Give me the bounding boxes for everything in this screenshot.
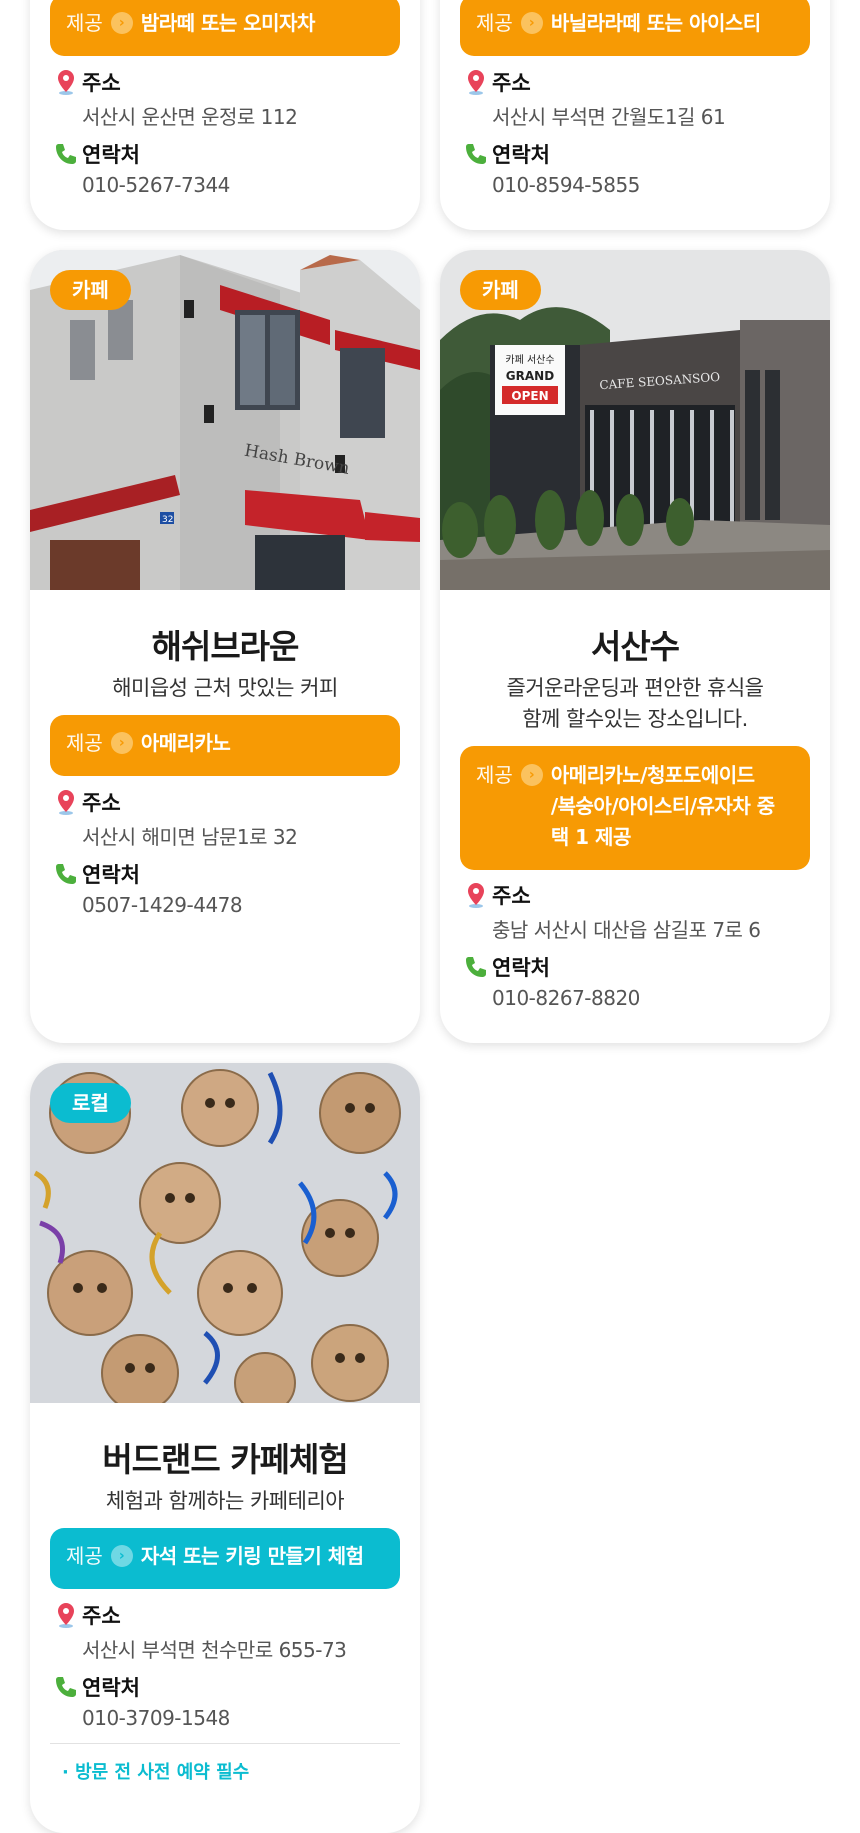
place-description: 해미읍성 근처 맛있는 커피 [112, 676, 338, 700]
place-description: 체험과 함께하는 카페테리아 [105, 1489, 345, 1513]
category-tag: 카페 [460, 270, 541, 310]
description-line-2: 함께 할수있는 장소입니다. [522, 707, 748, 731]
phone-icon [464, 140, 488, 168]
place-title: 버드랜드 카페체험 [102, 1440, 348, 1479]
offer-box: 제공 › 밤라떼 또는 오미자차 [50, 0, 400, 56]
offer-box: 제공 › 아메리카노 [50, 715, 400, 776]
chevron-right-icon: › [110, 1545, 133, 1567]
offer-line-1: 아메리카노/청포도에이드 [550, 763, 755, 787]
phone-icon [464, 953, 488, 981]
offer-label: 제공 [476, 763, 513, 787]
offer-line-2: /복숭아/아이스티/유자차 중 [550, 794, 775, 818]
address-value: 서산시 해미면 남문1로 32 [82, 825, 298, 849]
offer-value: 자석 또는 키링 만들기 체험 [140, 1544, 364, 1568]
contact-value[interactable]: 010-3709-1548 [82, 1706, 394, 1730]
place-title: 서산수 [590, 627, 680, 666]
offer-label: 제공 [66, 1544, 103, 1568]
offer-value: 아메리카노/청포도에이드 /복숭아/아이스티/유자차 중 택 1 제공 [551, 760, 775, 853]
address-label: 주소 [82, 791, 121, 815]
phone-icon [54, 140, 78, 168]
place-title: 해쉬브라운 [151, 627, 300, 666]
contact-label: 연락처 [492, 956, 550, 980]
photo-house-number: 32 [162, 515, 173, 525]
address-block: 주소 서산시 운산면 운정로 112 [54, 67, 394, 130]
contact-value[interactable]: 0507-1429-4478 [82, 893, 394, 917]
contact-label: 연락처 [82, 1676, 140, 1700]
category-tag: 로컬 [50, 1083, 131, 1123]
address-value: 서산시 운산면 운정로 112 [82, 105, 298, 129]
address-value: 서산시 부석면 간월도1길 61 [492, 105, 726, 129]
chevron-right-icon: › [520, 764, 543, 786]
address-block: 주소 서산시 해미면 남문1로 32 [54, 787, 394, 850]
description-line-1: 즐거운라운딩과 편안한 휴식을 [506, 676, 764, 700]
address-label: 주소 [82, 1604, 121, 1628]
card-birdland[interactable]: 로컬 버드랜드 카페체험 체험과 함께하는 카페테리아 제공 › 자석 또는 키… [30, 1063, 420, 1833]
map-pin-icon [54, 788, 78, 816]
address-block: 주소 서산시 부석면 천수만로 655-73 [54, 1600, 394, 1663]
contact-block: 연락처 010-8594-5855 [464, 139, 804, 197]
category-tag: 카페 [50, 270, 131, 310]
contact-value[interactable]: 010-5267-7344 [82, 173, 394, 197]
card-hashbrown[interactable]: Hash Brown 32 카페 해쉬브라운 해미읍성 근처 맛있는 커피 제공… [30, 250, 420, 1043]
chevron-right-icon: › [110, 12, 133, 34]
reservation-note: · 방문 전 사전 예약 필수 [62, 1762, 250, 1783]
contact-block: 연락처 010-5267-7344 [54, 139, 394, 197]
offer-box: 제공 › 아메리카노/청포도에이드 /복숭아/아이스티/유자차 중 택 1 제공 [460, 746, 810, 870]
offer-box: 제공 › 바닐라라떼 또는 아이스티 [460, 0, 810, 56]
offer-box: 제공 › 자석 또는 키링 만들기 체험 [50, 1528, 400, 1589]
chevron-right-icon: › [110, 732, 133, 754]
offer-label: 제공 [66, 11, 103, 35]
phone-icon [54, 1673, 78, 1701]
photo-banner-line-1: 카페 서산수 [505, 354, 554, 366]
contact-value[interactable]: 010-8267-8820 [492, 986, 804, 1010]
address-label: 주소 [492, 71, 531, 95]
address-block: 주소 충남 서산시 대산읍 삼길포 7로 6 [464, 880, 804, 943]
contact-block: 연락처 0507-1429-4478 [54, 859, 394, 917]
offer-value: 밤라떼 또는 오미자차 [140, 11, 316, 35]
card-2[interactable]: 제공 › 바닐라라떼 또는 아이스티 주소 서산시 부석면 간월도1길 61 연… [440, 0, 830, 230]
map-pin-icon [54, 1601, 78, 1629]
offer-value: 아메리카노 [140, 731, 231, 755]
offer-label: 제공 [476, 11, 513, 35]
place-description: 즐거운라운딩과 편안한 휴식을 함께 할수있는 장소입니다. [440, 673, 830, 735]
contact-block: 연락처 010-3709-1548 [54, 1672, 394, 1730]
contact-label: 연락처 [492, 143, 550, 167]
card-seosansoo[interactable]: 카페 서산수 GRAND OPEN CAFE SEOSANSOO 카페 서산수 … [440, 250, 830, 1043]
divider [50, 1743, 400, 1744]
address-value: 서산시 부석면 천수만로 655-73 [82, 1638, 347, 1662]
address-value: 충남 서산시 대산읍 삼길포 7로 6 [492, 918, 761, 942]
address-label: 주소 [82, 71, 121, 95]
offer-label: 제공 [66, 731, 103, 755]
address-label: 주소 [492, 884, 531, 908]
contact-label: 연락처 [82, 143, 140, 167]
photo-banner-line-3: OPEN [511, 389, 548, 403]
map-pin-icon [464, 68, 488, 96]
photo-banner-line-2: GRAND [506, 369, 554, 383]
map-pin-icon [464, 881, 488, 909]
offer-line-3: 택 1 제공 [550, 825, 632, 849]
map-pin-icon [54, 68, 78, 96]
card-1[interactable]: 제공 › 밤라떼 또는 오미자차 주소 서산시 운산면 운정로 112 연락처 … [30, 0, 420, 230]
contact-value[interactable]: 010-8594-5855 [492, 173, 804, 197]
contact-label: 연락처 [82, 863, 140, 887]
phone-icon [54, 860, 78, 888]
offer-value: 바닐라라떼 또는 아이스티 [550, 11, 761, 35]
chevron-right-icon: › [520, 12, 543, 34]
address-block: 주소 서산시 부석면 간월도1길 61 [464, 67, 804, 130]
contact-block: 연락처 010-8267-8820 [464, 952, 804, 1010]
